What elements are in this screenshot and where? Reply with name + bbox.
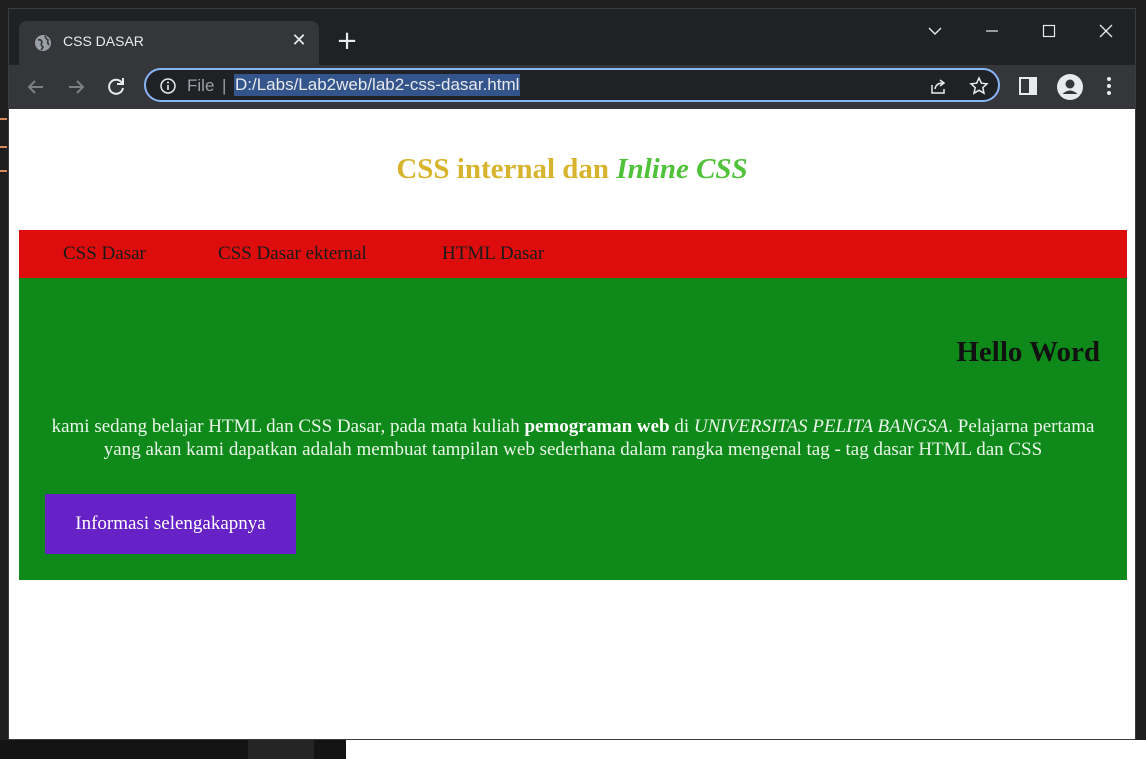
- page-heading-emphasis: Inline CSS: [616, 153, 748, 185]
- section-heading: Hello Word: [956, 336, 1100, 368]
- para-text-2: di: [669, 416, 694, 437]
- tab-css-dasar[interactable]: CSS DASAR ✕: [19, 21, 319, 65]
- tab-close-icon[interactable]: ✕: [289, 31, 309, 51]
- info-icon[interactable]: [159, 77, 177, 99]
- forward-icon[interactable]: [64, 75, 88, 99]
- editor-edge-mark: [0, 170, 7, 172]
- page-nav-bar: CSS Dasar CSS Dasar ekternal HTML Dasar: [19, 230, 1127, 278]
- tab-strip: CSS DASAR ✕ +: [9, 9, 1135, 65]
- tab-search-icon[interactable]: [915, 17, 955, 45]
- menu-icon[interactable]: [1099, 75, 1119, 101]
- editor-edge-mark: [0, 118, 7, 120]
- page-heading-text: CSS internal dan: [396, 153, 617, 185]
- reload-icon[interactable]: [104, 75, 128, 99]
- minimize-icon[interactable]: [972, 17, 1012, 45]
- editor-edge-mark: [0, 146, 7, 148]
- browser-window: CSS DASAR ✕ + File | D:/Labs/Lab2web/lab…: [8, 8, 1136, 740]
- intro-paragraph: kami sedang belajar HTML dan CSS Dasar, …: [39, 415, 1107, 461]
- more-info-button[interactable]: Informasi selengakapnya: [45, 494, 296, 554]
- close-icon[interactable]: [1086, 17, 1126, 45]
- para-italic: UNIVERSITAS PELITA BANGSA: [693, 416, 949, 437]
- background-window-strip: [346, 740, 1146, 759]
- para-bold: pemograman web: [524, 416, 670, 437]
- nav-link-html-dasar[interactable]: HTML Dasar: [442, 243, 544, 265]
- share-icon[interactable]: [929, 76, 949, 100]
- new-tab-button[interactable]: +: [335, 28, 359, 54]
- nav-link-css-dasar-ekternal[interactable]: CSS Dasar ekternal: [218, 243, 367, 265]
- maximize-icon[interactable]: [1029, 17, 1069, 45]
- globe-icon: [34, 34, 52, 52]
- address-scheme-label: File: [187, 76, 215, 95]
- tab-title: CSS DASAR: [63, 33, 144, 49]
- address-url[interactable]: D:/Labs/Lab2web/lab2-css-dasar.html: [234, 74, 521, 96]
- address-bar[interactable]: File | D:/Labs/Lab2web/lab2-css-dasar.ht…: [144, 68, 1000, 102]
- para-text-1: kami sedang belajar HTML dan CSS Dasar, …: [51, 416, 525, 437]
- page-heading: CSS internal dan Inline CSS: [9, 153, 1135, 186]
- side-panel-icon[interactable]: [1017, 75, 1039, 101]
- profile-icon[interactable]: [1056, 73, 1084, 105]
- browser-toolbar: File | D:/Labs/Lab2web/lab2-css-dasar.ht…: [9, 65, 1135, 109]
- star-icon[interactable]: [969, 76, 989, 100]
- nav-link-css-dasar[interactable]: CSS Dasar: [63, 243, 146, 265]
- back-icon[interactable]: [24, 75, 48, 99]
- editor-panel-strip: [248, 740, 314, 759]
- address-separator: |: [222, 76, 227, 95]
- content-section: Hello Word kami sedang belajar HTML dan …: [19, 278, 1127, 580]
- page-viewport: CSS internal dan Inline CSS CSS Dasar CS…: [9, 109, 1135, 739]
